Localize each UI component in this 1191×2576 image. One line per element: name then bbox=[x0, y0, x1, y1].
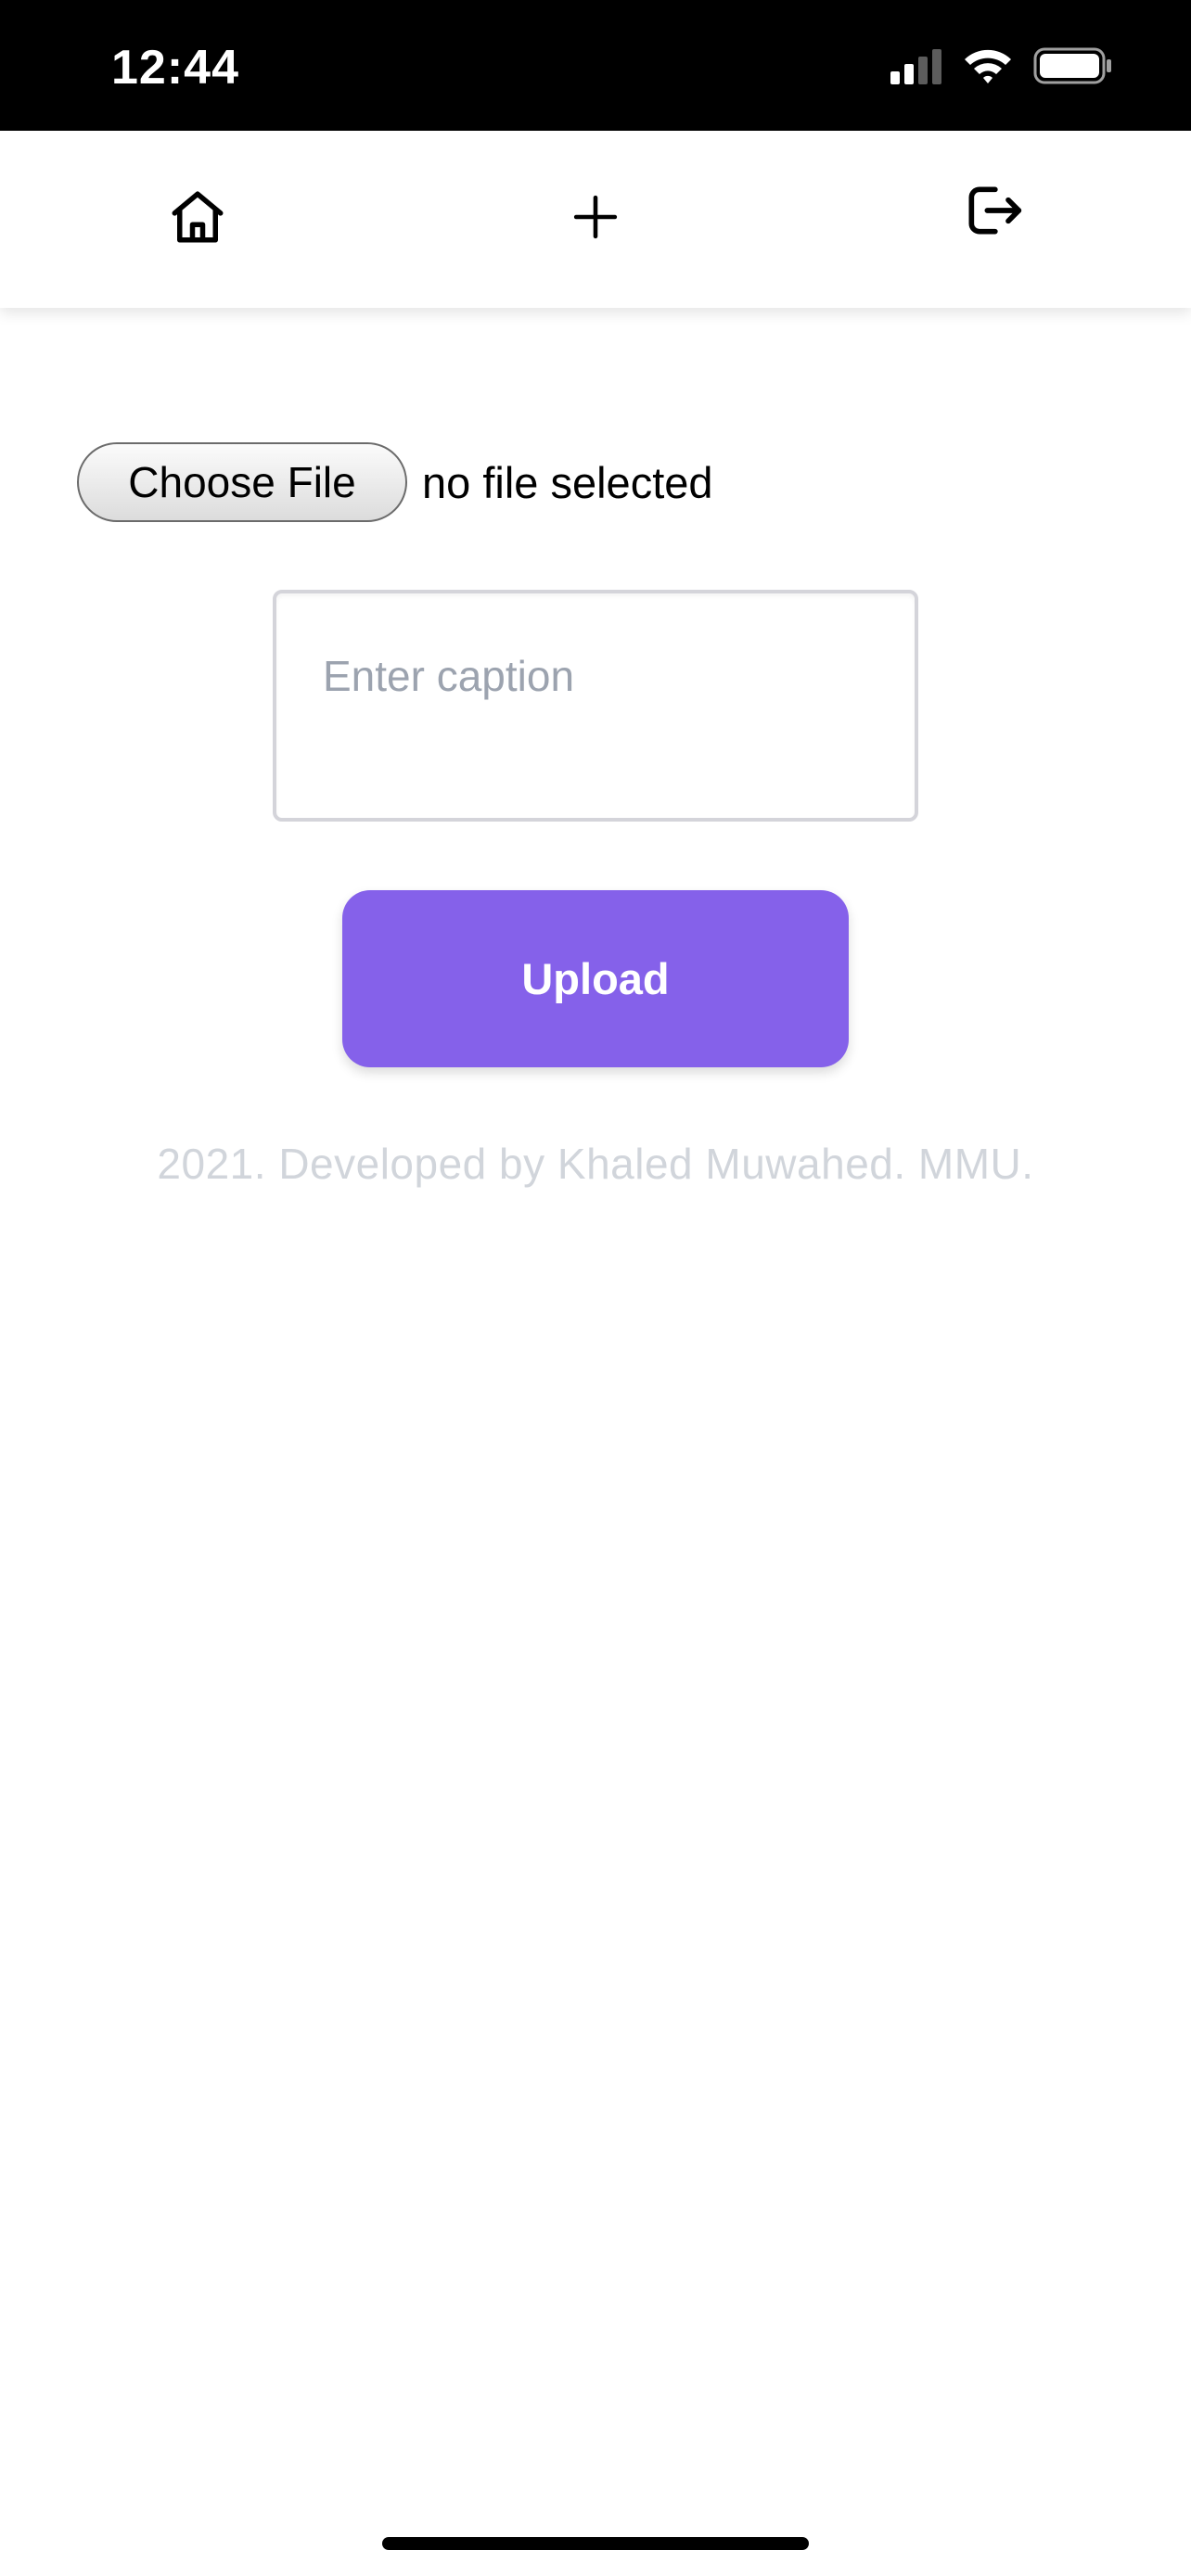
screen: 12:44 Choose File no file selected Enter… bbox=[0, 0, 1191, 2576]
plus-icon bbox=[572, 194, 619, 245]
home-indicator bbox=[382, 2537, 809, 2550]
caption-input[interactable] bbox=[273, 590, 918, 822]
top-nav bbox=[0, 131, 1191, 308]
upload-button[interactable]: Upload bbox=[342, 890, 849, 1067]
file-input: Choose File no file selected bbox=[77, 441, 713, 523]
logout-button[interactable] bbox=[946, 166, 1039, 259]
status-time: 12:44 bbox=[111, 41, 239, 95]
home-icon bbox=[167, 186, 228, 252]
choose-file-button[interactable]: Choose File bbox=[77, 442, 407, 522]
home-button[interactable] bbox=[151, 172, 244, 265]
status-icons bbox=[890, 46, 1113, 89]
wifi-icon bbox=[963, 47, 1013, 89]
add-post-button[interactable] bbox=[549, 172, 642, 265]
status-bar: 12:44 bbox=[0, 0, 1191, 131]
logout-icon bbox=[961, 179, 1024, 247]
cellular-signal-icon bbox=[890, 47, 942, 89]
battery-icon bbox=[1033, 46, 1113, 90]
footer-credit: 2021. Developed by Khaled Muwahed. MMU. bbox=[157, 1140, 1034, 1188]
file-status: no file selected bbox=[422, 457, 713, 507]
